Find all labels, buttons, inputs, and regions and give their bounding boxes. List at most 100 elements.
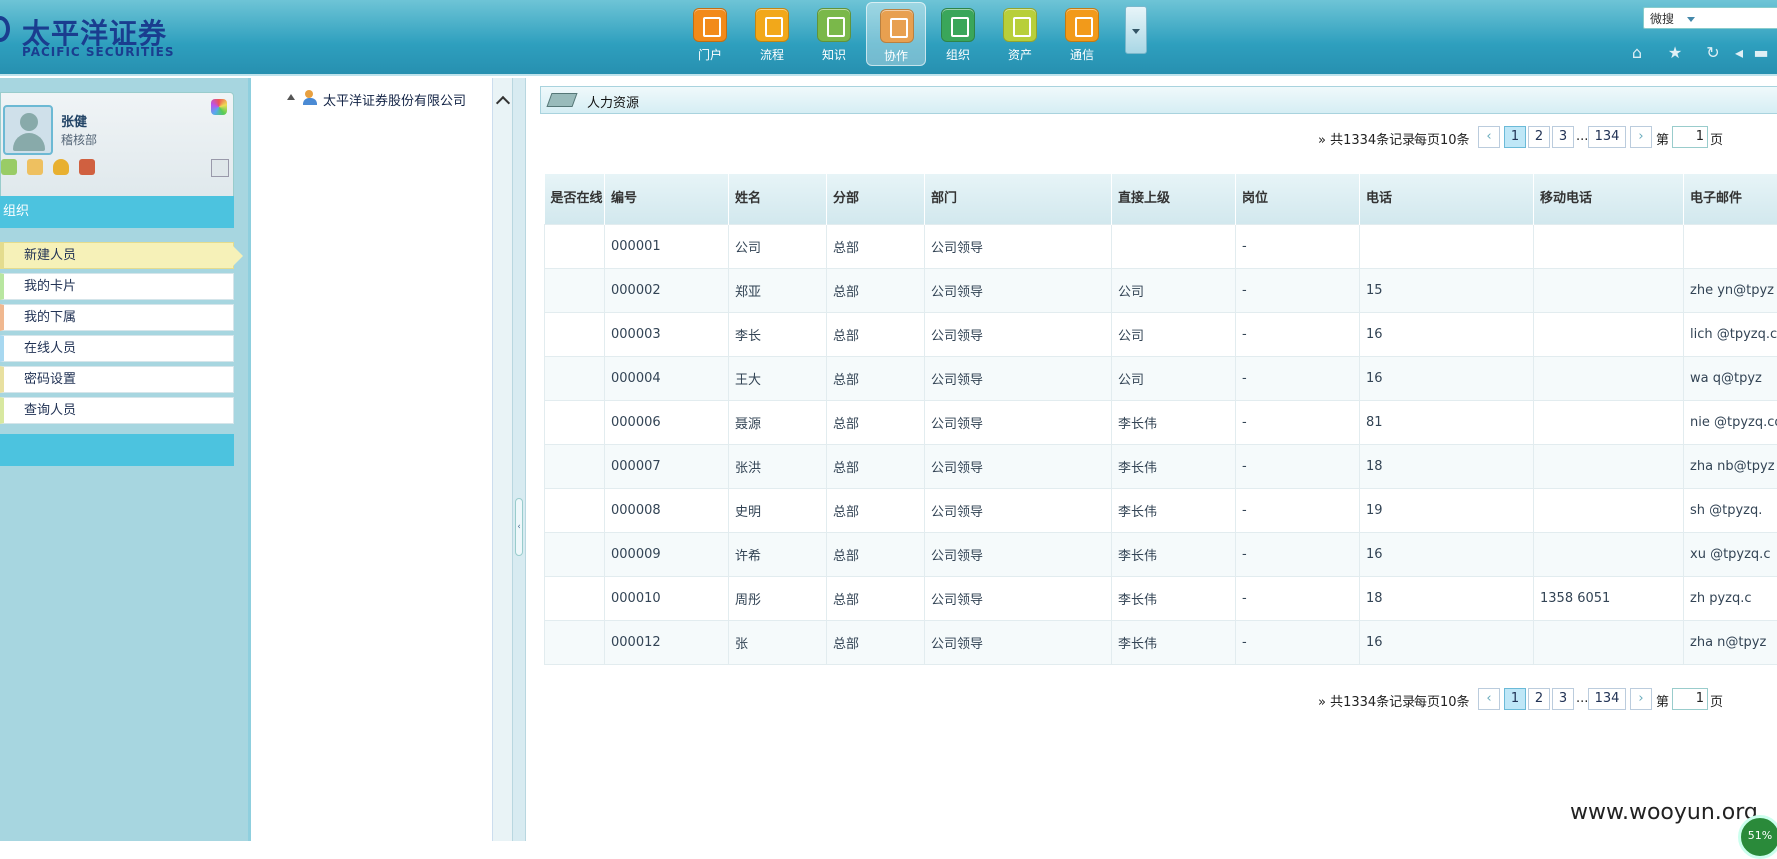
tree-expand-icon[interactable] bbox=[287, 94, 295, 100]
column-header[interactable]: 电子邮件 bbox=[1684, 174, 1777, 224]
cell-email: nie @tpyzq.co bbox=[1684, 400, 1777, 444]
nav-label: 协作 bbox=[867, 47, 925, 64]
edit-pen-icon[interactable] bbox=[211, 159, 229, 177]
table-row[interactable]: 000006聂源总部公司领导李长伟-81nie @tpyzq.co bbox=[545, 400, 1777, 444]
column-header[interactable]: 直接上级 bbox=[1112, 174, 1236, 224]
page-3-button[interactable]: 3 bbox=[1552, 126, 1574, 148]
cell-name[interactable]: 聂源 bbox=[729, 400, 827, 444]
tree-scrollbar[interactable] bbox=[492, 78, 512, 841]
cell-name[interactable]: 史明 bbox=[729, 488, 827, 532]
nav-item[interactable]: 组织 bbox=[928, 2, 988, 66]
book-icon[interactable] bbox=[1, 159, 17, 175]
home-icon[interactable]: ⌂ bbox=[1628, 44, 1646, 62]
menu-item[interactable]: 新建人员 bbox=[0, 242, 234, 269]
table-row[interactable]: 000009许希总部公司领导李长伟-16xu @tpyzq.c bbox=[545, 532, 1777, 576]
table-row[interactable]: 000010周彤总部公司领导李长伟-181358 6051zh pyzq.c bbox=[545, 576, 1777, 620]
cell-name[interactable]: 许希 bbox=[729, 532, 827, 576]
page-input[interactable]: 1 bbox=[1672, 688, 1708, 710]
back-icon[interactable]: ◂ bbox=[1730, 44, 1748, 62]
nav-item[interactable]: 知识 bbox=[804, 2, 864, 66]
lock-icon[interactable] bbox=[53, 159, 69, 175]
cell-name[interactable]: 公司 bbox=[729, 224, 827, 268]
scroll-up-icon[interactable] bbox=[496, 96, 510, 110]
user-name[interactable]: 张健 bbox=[61, 111, 87, 130]
cell-phone: 81 bbox=[1360, 400, 1534, 444]
menu-item[interactable]: 我的下属 bbox=[0, 304, 234, 331]
table-row[interactable]: 000003李长总部公司领导公司-16lich @tpyzq.c bbox=[545, 312, 1777, 356]
theme-palette-icon[interactable] bbox=[211, 99, 227, 115]
cell-id[interactable]: 000004 bbox=[605, 356, 729, 400]
prev-page-button[interactable]: ‹ bbox=[1478, 126, 1500, 148]
search-box[interactable]: 微搜 bbox=[1643, 7, 1777, 29]
column-header[interactable]: 电话 bbox=[1360, 174, 1534, 224]
cell-name[interactable]: 周彤 bbox=[729, 576, 827, 620]
company-logo[interactable]: 太平洋证券 PACIFIC SECURITIES bbox=[0, 8, 200, 58]
nav-item[interactable]: 通信 bbox=[1052, 2, 1112, 66]
nav-item[interactable]: 流程 bbox=[742, 2, 802, 66]
goto-label: 第 bbox=[1656, 129, 1669, 148]
tree-root-node[interactable]: 太平洋证券股份有限公司 bbox=[323, 90, 466, 109]
cell-id[interactable]: 000010 bbox=[605, 576, 729, 620]
cell-id[interactable]: 000002 bbox=[605, 268, 729, 312]
column-header[interactable]: 移动电话 bbox=[1534, 174, 1684, 224]
nav-item[interactable]: 资产 bbox=[990, 2, 1050, 66]
panel-splitter[interactable]: ‹ bbox=[512, 78, 526, 841]
section-header-org[interactable]: 组织 bbox=[0, 196, 234, 228]
last-page-button[interactable]: 134 bbox=[1588, 126, 1626, 148]
nav-item[interactable]: 门户 bbox=[680, 2, 740, 66]
org-chart-icon[interactable] bbox=[79, 159, 95, 175]
next-page-button[interactable]: › bbox=[1630, 126, 1652, 148]
table-row[interactable]: 000002郑亚总部公司领导公司-15zhe yn@tpyz bbox=[545, 268, 1777, 312]
table-row[interactable]: 000004王大总部公司领导公司-16wa q@tpyz bbox=[545, 356, 1777, 400]
page-2-button[interactable]: 2 bbox=[1528, 688, 1550, 710]
cell-id[interactable]: 000009 bbox=[605, 532, 729, 576]
cell-phone: 18 bbox=[1360, 444, 1534, 488]
column-header[interactable]: 分部 bbox=[827, 174, 925, 224]
cell-id[interactable]: 000001 bbox=[605, 224, 729, 268]
table-row[interactable]: 000012张总部公司领导李长伟-16zha n@tpyz bbox=[545, 620, 1777, 664]
cell-online bbox=[545, 268, 605, 312]
more-icon[interactable]: ▬ bbox=[1752, 44, 1770, 62]
next-page-button[interactable]: › bbox=[1630, 688, 1652, 710]
search-type-select[interactable]: 微搜 bbox=[1650, 10, 1674, 27]
menu-item[interactable]: 在线人员 bbox=[0, 335, 234, 362]
column-header[interactable]: 部门 bbox=[925, 174, 1112, 224]
cell-id[interactable]: 000006 bbox=[605, 400, 729, 444]
note-icon[interactable] bbox=[27, 159, 43, 175]
page-3-button[interactable]: 3 bbox=[1552, 688, 1574, 710]
page-input[interactable]: 1 bbox=[1672, 126, 1708, 148]
page-2-button[interactable]: 2 bbox=[1528, 126, 1550, 148]
column-header[interactable]: 编号 bbox=[605, 174, 729, 224]
column-header[interactable]: 是否在线 bbox=[545, 174, 605, 224]
table-row[interactable]: 000008史明总部公司领导李长伟-19sh @tpyzq. bbox=[545, 488, 1777, 532]
prev-page-button[interactable]: ‹ bbox=[1478, 688, 1500, 710]
menu-item[interactable]: 密码设置 bbox=[0, 366, 234, 393]
nav-item[interactable]: 协作 bbox=[866, 2, 926, 66]
column-header[interactable]: 姓名 bbox=[729, 174, 827, 224]
cell-id[interactable]: 000008 bbox=[605, 488, 729, 532]
column-header[interactable]: 岗位 bbox=[1236, 174, 1360, 224]
nav-more-button[interactable] bbox=[1125, 6, 1147, 54]
cell-name[interactable]: 李长 bbox=[729, 312, 827, 356]
cell-post: - bbox=[1236, 224, 1360, 268]
table-row[interactable]: 000007张洪总部公司领导李长伟-18zha nb@tpyz bbox=[545, 444, 1777, 488]
cell-id[interactable]: 000003 bbox=[605, 312, 729, 356]
menu-item[interactable]: 查询人员 bbox=[0, 397, 234, 424]
refresh-icon[interactable]: ↻ bbox=[1704, 44, 1722, 62]
cell-branch: 总部 bbox=[827, 488, 925, 532]
cell-name[interactable]: 张洪 bbox=[729, 444, 827, 488]
cell-name[interactable]: 郑亚 bbox=[729, 268, 827, 312]
cell-id[interactable]: 000007 bbox=[605, 444, 729, 488]
cell-id[interactable]: 000012 bbox=[605, 620, 729, 664]
page-1-button[interactable]: 1 bbox=[1504, 126, 1526, 148]
cell-name[interactable]: 王大 bbox=[729, 356, 827, 400]
last-page-button[interactable]: 134 bbox=[1588, 688, 1626, 710]
cell-name[interactable]: 张 bbox=[729, 620, 827, 664]
avatar[interactable] bbox=[3, 105, 53, 155]
page-1-button[interactable]: 1 bbox=[1504, 688, 1526, 710]
collapse-handle[interactable]: ‹ bbox=[515, 498, 523, 556]
favorite-star-icon[interactable]: ★ bbox=[1666, 44, 1684, 62]
menu-item[interactable]: 我的卡片 bbox=[0, 273, 234, 300]
chevron-down-icon[interactable] bbox=[1687, 17, 1695, 22]
table-row[interactable]: 000001公司总部公司领导- bbox=[545, 224, 1777, 268]
